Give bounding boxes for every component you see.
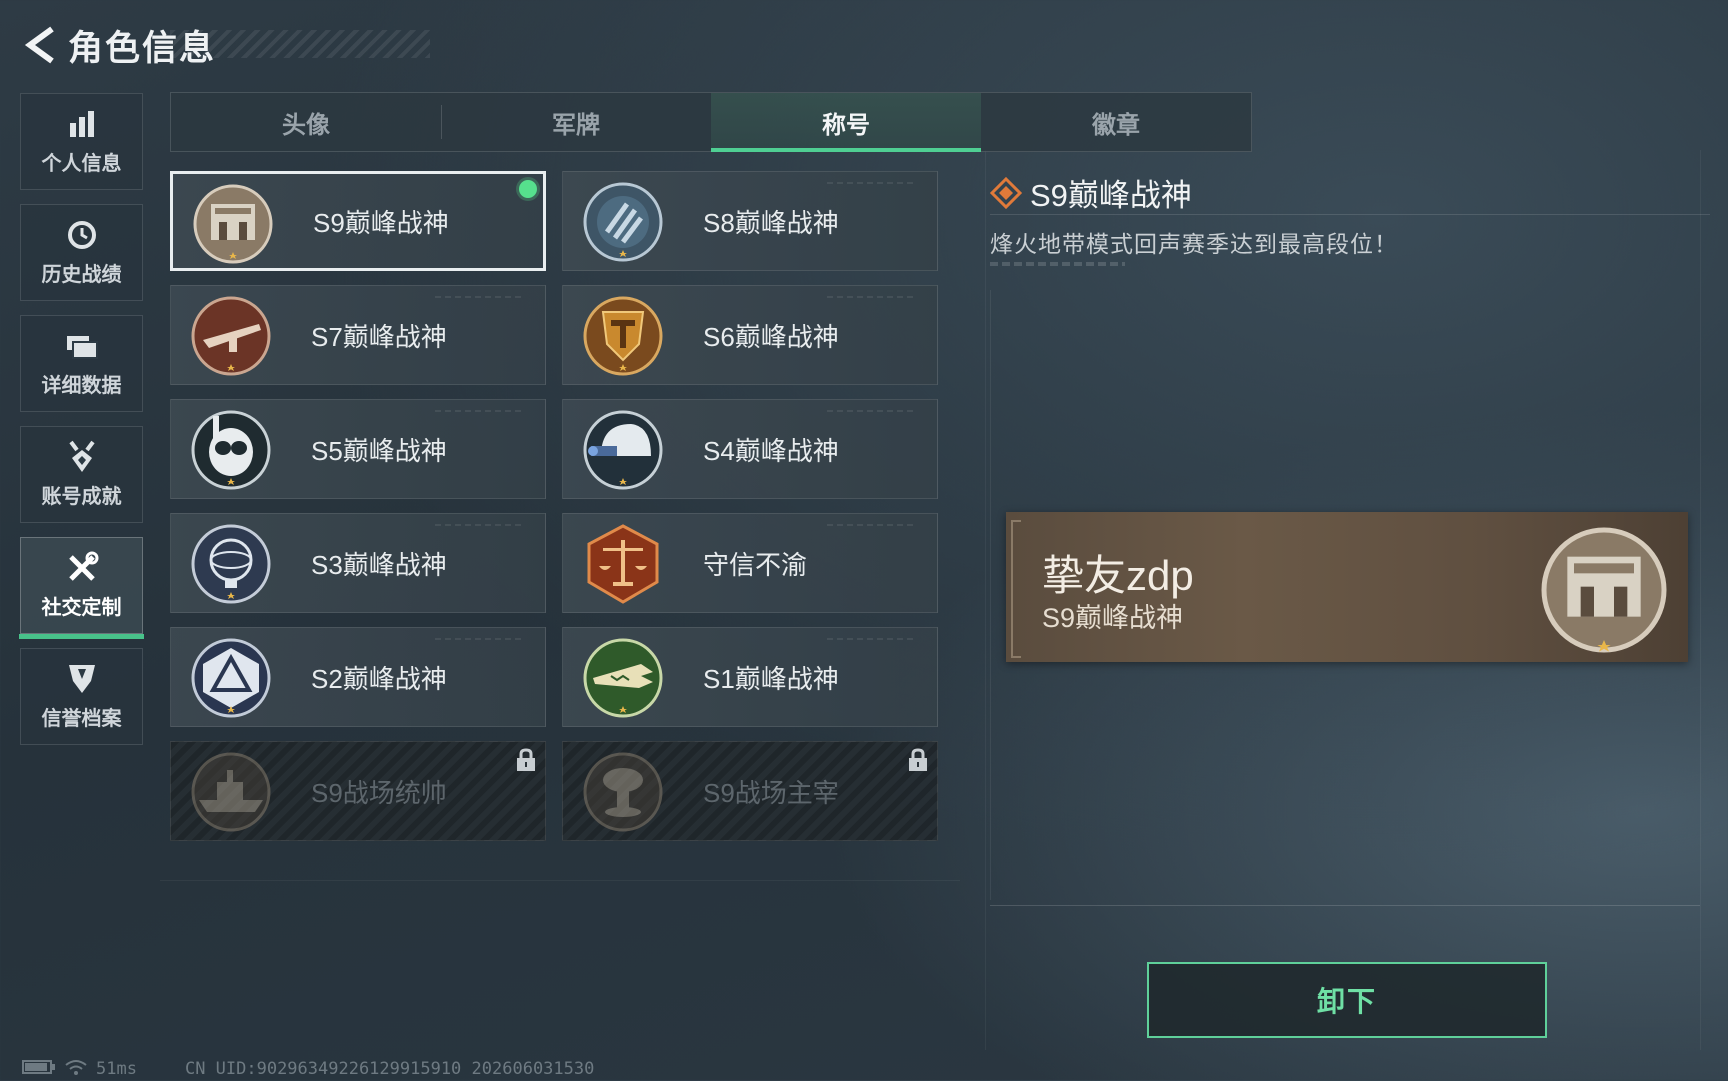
title-name: 守信不渝: [703, 549, 808, 580]
title-card[interactable]: S1巅峰战神: [562, 627, 938, 727]
title-name: S4巅峰战神: [703, 435, 839, 466]
triangle-emblem-medal-icon: [189, 636, 273, 720]
tab-badge[interactable]: 徽章: [981, 93, 1251, 151]
title-card-locked[interactable]: S9战场主宰: [562, 741, 938, 841]
battery-icon: [22, 1059, 56, 1080]
title-name: S9巅峰战神: [313, 207, 449, 238]
nav-label: 账号成就: [41, 486, 122, 508]
ping-value: 51ms: [96, 1059, 137, 1079]
card-decoration: [827, 524, 917, 526]
nav-item-personal-info[interactable]: 个人信息: [20, 93, 143, 190]
nav-label: 社交定制: [41, 597, 122, 619]
card-decoration: [435, 524, 525, 526]
divider: [990, 905, 1700, 906]
title-name: S1巅峰战神: [703, 663, 839, 694]
justice-scales-medal-icon: [581, 522, 665, 606]
lock-icon: [907, 748, 929, 772]
title-card[interactable]: S6巅峰战神: [562, 285, 938, 385]
tab-dog-tag[interactable]: 军牌: [441, 93, 711, 151]
rifle-medal-icon: [189, 294, 273, 378]
mushroom-cloud-medal-icon: [581, 750, 665, 834]
tab-title[interactable]: 称号: [711, 93, 981, 152]
card-decoration: [435, 410, 525, 412]
blue-stripes-medal-icon: [581, 180, 665, 264]
diver-skull-medal-icon: [189, 408, 273, 492]
title-card[interactable]: S2巅峰战神: [170, 627, 546, 727]
divider: [990, 214, 1710, 215]
title-card[interactable]: S4巅峰战神: [562, 399, 938, 499]
clock-history-icon: [65, 218, 99, 252]
tab-bar: 头像 军牌 称号 徽章: [170, 92, 1252, 152]
title-name: S5巅峰战神: [311, 435, 447, 466]
folder-icon: [65, 329, 99, 363]
title-name: S8巅峰战神: [703, 207, 839, 238]
globe-medal-icon: [189, 522, 273, 606]
title-card[interactable]: S9巅峰战神: [170, 171, 546, 271]
detail-header: S9巅峰战神: [989, 170, 1192, 215]
orange-diamond-icon: [989, 176, 1023, 209]
nav-label: 历史战绩: [41, 264, 122, 286]
title-name: S2巅峰战神: [311, 663, 447, 694]
fortress-medal-icon: [191, 182, 275, 266]
crocodile-medal-icon: [581, 636, 665, 720]
status-bar: 51ms CN UID:9029634922612991591​0 202606…: [22, 1058, 602, 1080]
nav-item-detailed-data[interactable]: 详细数据: [20, 315, 143, 412]
back-arrow-icon[interactable]: [20, 25, 60, 65]
unequip-button[interactable]: 卸下: [1147, 962, 1547, 1038]
preview-title: S9巅峰战神: [1042, 603, 1184, 633]
title-name: S7巅峰战神: [311, 321, 447, 352]
title-decoration: [170, 30, 430, 58]
wifi-icon: [64, 1058, 88, 1081]
title-preview-banner: 挚友zdp S9巅峰战神: [1006, 512, 1688, 662]
description-decoration: [990, 262, 1125, 266]
title-card[interactable]: 守信不渝: [562, 513, 938, 613]
bar-chart-icon: [65, 107, 99, 141]
title-card[interactable]: S7巅峰战神: [170, 285, 546, 385]
title-name: S3巅峰战神: [311, 549, 447, 580]
nav-item-social-customization[interactable]: 社交定制: [19, 537, 144, 639]
card-decoration: [827, 296, 917, 298]
tab-avatar[interactable]: 头像: [171, 93, 441, 151]
card-decoration: [827, 410, 917, 412]
warship-medal-icon: [189, 750, 273, 834]
title-card-locked[interactable]: S9战场统帅: [170, 741, 546, 841]
detail-title: S9巅峰战神: [1030, 178, 1192, 213]
nav-label: 详细数据: [41, 375, 122, 397]
title-name: S9战场主宰: [703, 777, 839, 808]
tools-icon: [65, 551, 99, 585]
nav-label: 信誉档案: [41, 708, 122, 730]
card-decoration: [435, 296, 525, 298]
nav-item-achievements[interactable]: 账号成就: [20, 426, 143, 523]
fortress-medal-icon: [1534, 520, 1674, 660]
lock-icon: [515, 748, 537, 772]
bg-grid-line: [985, 150, 986, 1050]
achievement-medal-icon: [65, 440, 99, 474]
card-decoration: [435, 638, 525, 640]
nav-item-match-history[interactable]: 历史战绩: [20, 204, 143, 301]
credit-shield-icon: [65, 662, 99, 696]
nav-item-credit-record[interactable]: 信誉档案: [20, 648, 143, 745]
bg-grid-line: [160, 880, 960, 881]
uid-text: CN UID:9029634922612991591​0 20260603153…: [184, 1059, 595, 1079]
title-name: S6巅峰战神: [703, 321, 839, 352]
title-name: S9战场统帅: [311, 777, 447, 808]
gold-t-shield-medal-icon: [581, 294, 665, 378]
title-card[interactable]: S8巅峰战神: [562, 171, 938, 271]
title-card[interactable]: S3巅峰战神: [170, 513, 546, 613]
side-nav: 个人信息 历史战绩 详细数据 账号成就 社交定制 信誉档案: [19, 93, 144, 759]
header: 角色信息: [20, 22, 430, 68]
title-card[interactable]: S5巅峰战神: [170, 399, 546, 499]
detail-description: 烽火地带模式回声赛季达到最高段位！: [990, 231, 1398, 257]
unequip-label: 卸下: [1316, 986, 1377, 1017]
preview-player-name: 挚友zdp: [1042, 552, 1194, 599]
nav-label: 个人信息: [41, 153, 122, 175]
card-decoration: [827, 182, 917, 184]
night-vision-helmet-medal-icon: [581, 408, 665, 492]
card-decoration: [827, 638, 917, 640]
equipped-indicator: [519, 180, 537, 198]
